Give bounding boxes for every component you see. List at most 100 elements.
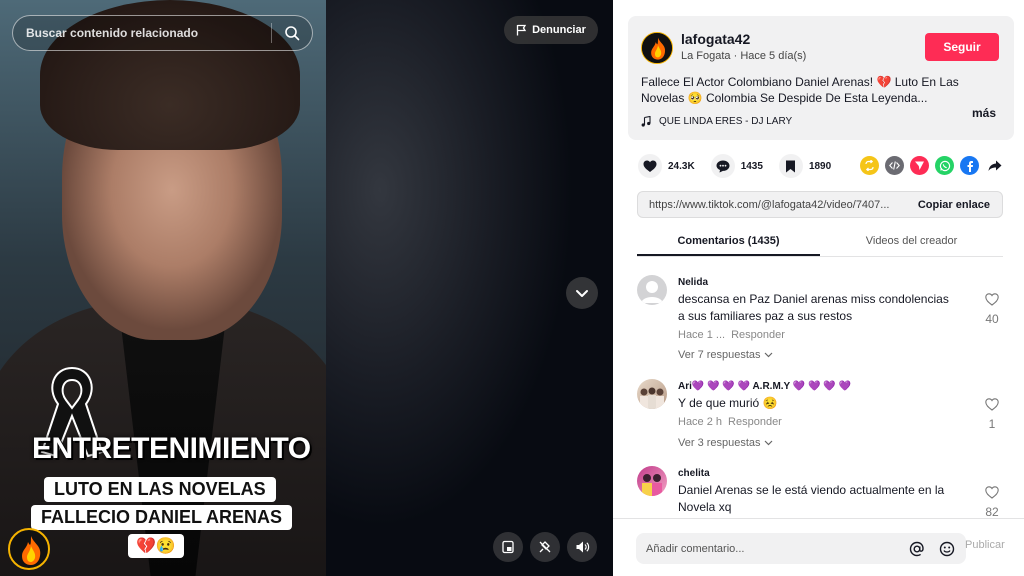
comment-item: Ari💜 💜 💜 💜 A.R.M.Y 💜 💜 💜 💜 Y de que muri… bbox=[637, 379, 1003, 459]
comment-meta: Hace 2 h Responder bbox=[678, 416, 782, 428]
comment-author[interactable]: Nelida bbox=[678, 277, 708, 288]
fire-logo-icon bbox=[642, 33, 672, 63]
comment-like-button[interactable]: 82 bbox=[982, 486, 1002, 519]
comment-like-button[interactable]: 40 bbox=[982, 293, 1002, 326]
view-replies-label: Ver 3 respuestas bbox=[678, 437, 761, 449]
action-bar: 24.3K 1435 1890 bbox=[638, 154, 847, 178]
floating-player-button[interactable] bbox=[530, 532, 560, 562]
comment-button[interactable] bbox=[710, 154, 735, 178]
floating-player-icon bbox=[539, 541, 551, 553]
view-replies-button[interactable]: Ver 7 respuestas bbox=[678, 349, 773, 361]
video-stage: ENTRETENIMIENTO LUTO EN LAS NOVELAS FALL… bbox=[0, 0, 613, 576]
channel-logo bbox=[8, 528, 50, 570]
comment-time: Hace 2 h bbox=[678, 416, 723, 428]
comment-input[interactable] bbox=[636, 542, 906, 555]
related-search-input[interactable] bbox=[26, 26, 271, 40]
video-url[interactable]: https://www.tiktok.com/@lafogata42/video… bbox=[638, 199, 906, 211]
group-photo-avatar-icon bbox=[640, 387, 664, 409]
heart-outline-icon bbox=[985, 293, 999, 306]
heart-icon bbox=[643, 160, 657, 172]
embed-button[interactable] bbox=[885, 156, 904, 175]
flag-icon bbox=[516, 24, 527, 36]
author-meta: La Fogata · Hace 5 día(s) bbox=[681, 50, 807, 62]
comment-avatar[interactable] bbox=[637, 275, 667, 305]
facebook-button[interactable] bbox=[960, 156, 979, 175]
author-username[interactable]: lafogata42 bbox=[681, 31, 750, 47]
comment-text: Daniel Arenas se le está viendo actualme… bbox=[678, 483, 945, 514]
emoji-icon bbox=[939, 541, 955, 556]
view-replies-label: Ver 7 respuestas bbox=[678, 349, 761, 361]
comment-text: descansa en Paz Daniel arenas miss condo… bbox=[678, 292, 949, 323]
comment-time: Hace 1 ... bbox=[678, 329, 726, 341]
save-action[interactable]: 1890 bbox=[778, 154, 832, 178]
comment-count: 1435 bbox=[740, 160, 763, 172]
default-avatar-icon bbox=[641, 281, 663, 303]
comment-composer: Publicar bbox=[613, 518, 1024, 576]
save-count: 1890 bbox=[808, 160, 832, 172]
like-action[interactable]: 24.3K bbox=[638, 154, 695, 178]
reply-button[interactable]: Responder bbox=[728, 416, 782, 428]
share-arrow-icon bbox=[988, 160, 1001, 171]
reply-button[interactable]: Responder bbox=[731, 329, 785, 341]
comment-avatar[interactable] bbox=[637, 466, 667, 496]
more-link[interactable]: más bbox=[972, 106, 996, 120]
comment-action[interactable]: 1435 bbox=[710, 154, 763, 178]
next-video-button[interactable] bbox=[566, 277, 598, 309]
comment-author[interactable]: Ari💜 💜 💜 💜 A.R.M.Y 💜 💜 💜 💜 bbox=[678, 381, 851, 392]
comment-meta: Hace 1 ... Responder bbox=[678, 329, 785, 341]
panel-tabs: Comentarios (1435) Videos del creador bbox=[637, 226, 1003, 257]
heart-outline-icon bbox=[985, 486, 999, 499]
emoji-button[interactable] bbox=[936, 538, 958, 560]
tab-comments[interactable]: Comentarios (1435) bbox=[637, 226, 820, 256]
copy-link-button[interactable]: Copiar enlace bbox=[906, 199, 1002, 211]
view-replies-button[interactable]: Ver 3 respuestas bbox=[678, 437, 773, 449]
like-button[interactable] bbox=[638, 154, 662, 178]
whatsapp-icon bbox=[939, 160, 950, 171]
comment-like-count: 40 bbox=[985, 312, 999, 326]
follow-button[interactable]: Seguir bbox=[925, 33, 999, 61]
search-icon bbox=[285, 26, 300, 41]
overlay-line-1: LUTO EN LAS NOVELAS bbox=[44, 477, 276, 502]
save-button[interactable] bbox=[778, 154, 803, 178]
send-button[interactable] bbox=[910, 156, 929, 175]
heart-outline-icon bbox=[985, 398, 999, 411]
at-mention-icon bbox=[909, 541, 924, 556]
video-player[interactable]: ENTRETENIMIENTO LUTO EN LAS NOVELAS FALL… bbox=[0, 0, 326, 576]
video-description: Fallece El Actor Colombiano Daniel Arena… bbox=[641, 75, 959, 105]
details-panel: lafogata42 La Fogata · Hace 5 día(s) Seg… bbox=[613, 0, 1024, 576]
comment-avatar[interactable] bbox=[637, 379, 667, 409]
chevron-down-icon bbox=[576, 290, 588, 297]
overlay-title: ENTRETENIMIENTO bbox=[32, 432, 311, 465]
chevron-down-icon bbox=[764, 440, 773, 446]
facebook-icon bbox=[967, 160, 973, 172]
more-share-button[interactable] bbox=[985, 156, 1004, 175]
bookmark-icon bbox=[786, 160, 796, 172]
music-title: QUE LINDA ERES - DJ LARY bbox=[659, 116, 793, 127]
like-count: 24.3K bbox=[668, 160, 695, 172]
music-link[interactable]: QUE LINDA ERES - DJ LARY bbox=[641, 116, 792, 127]
related-search-bar bbox=[12, 15, 313, 51]
music-note-icon bbox=[641, 116, 651, 127]
comment-bubble-icon bbox=[716, 160, 730, 172]
search-button[interactable] bbox=[272, 16, 312, 50]
pip-button[interactable] bbox=[493, 532, 523, 562]
comment-like-button[interactable]: 1 bbox=[982, 398, 1002, 431]
report-button[interactable]: Denunciar bbox=[504, 16, 598, 44]
mention-button[interactable] bbox=[906, 538, 928, 560]
picture-in-picture-icon bbox=[502, 540, 514, 554]
volume-button[interactable] bbox=[567, 532, 597, 562]
author-card: lafogata42 La Fogata · Hace 5 día(s) Seg… bbox=[628, 16, 1014, 140]
comment-text: Y de que murió 😣 bbox=[678, 396, 778, 410]
comment-item: chelita Daniel Arenas se le está viendo … bbox=[637, 466, 1003, 519]
repost-icon bbox=[865, 160, 874, 171]
tab-creator-videos[interactable]: Videos del creador bbox=[820, 226, 1003, 256]
comment-like-count: 82 bbox=[985, 505, 999, 519]
author-avatar[interactable] bbox=[641, 32, 673, 64]
publish-button[interactable]: Publicar bbox=[965, 539, 1005, 551]
overlay-line-2: FALLECIO DANIEL ARENAS bbox=[31, 505, 293, 530]
share-icons-row bbox=[860, 156, 1004, 175]
comment-author[interactable]: chelita bbox=[678, 468, 710, 479]
embed-icon bbox=[889, 161, 900, 170]
whatsapp-button[interactable] bbox=[935, 156, 954, 175]
repost-button[interactable] bbox=[860, 156, 879, 175]
